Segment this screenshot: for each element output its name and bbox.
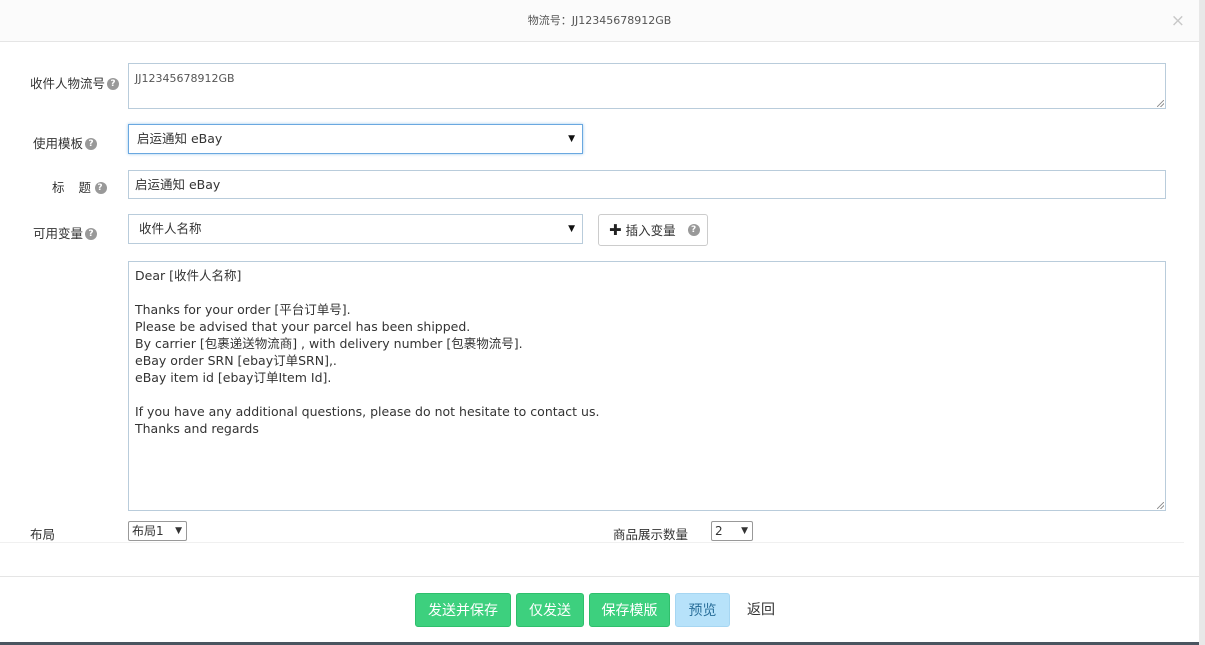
- preview-button[interactable]: 预览: [675, 593, 730, 627]
- tracking-label: 收件人物流号?: [30, 73, 120, 92]
- send-and-save-button[interactable]: 发送并保存: [415, 593, 511, 627]
- send-only-button[interactable]: 仅发送: [516, 593, 584, 627]
- divider: [0, 542, 1184, 543]
- close-icon[interactable]: ×: [1171, 0, 1185, 42]
- subject-input[interactable]: 启运通知 eBay: [128, 170, 1166, 199]
- footer-divider: [0, 576, 1199, 577]
- template-select[interactable]: 启运通知 eBay ▼: [128, 124, 583, 154]
- resize-handle[interactable]: [1157, 100, 1164, 107]
- layout-select[interactable]: 布局1 ▼: [128, 521, 187, 541]
- dialog-header: 物流号：JJ12345678912GB ×: [0, 0, 1199, 42]
- product-count-label: 商品展示数量: [613, 527, 689, 542]
- email-body-text: Dear [收件人名称] Thanks for your order [平台订单…: [135, 268, 600, 436]
- variables-label: 可用变量?: [33, 223, 98, 242]
- subject-label: 标 题?: [52, 177, 107, 196]
- plus-icon: ✚: [609, 221, 622, 239]
- dropdown-caret-icon: ▼: [741, 526, 748, 536]
- product-count-select[interactable]: 2 ▼: [711, 521, 753, 541]
- resize-handle[interactable]: [1157, 502, 1164, 509]
- insert-variable-button[interactable]: ✚ 插入变量 ?: [598, 214, 708, 246]
- layout-label: 布局: [30, 527, 56, 542]
- help-icon[interactable]: ?: [94, 182, 107, 194]
- dropdown-caret-icon: ▼: [568, 224, 575, 234]
- template-label: 使用模板?: [33, 133, 98, 152]
- tracking-number-textarea[interactable]: JJ12345678912GB: [128, 63, 1166, 109]
- dropdown-caret-icon: ▼: [175, 526, 182, 536]
- help-icon[interactable]: ?: [687, 224, 700, 236]
- variables-select[interactable]: 收件人名称 ▼: [128, 214, 583, 244]
- dropdown-caret-icon: ▼: [568, 134, 575, 144]
- background-strip: [1199, 0, 1205, 645]
- email-dialog: 物流号：JJ12345678912GB × 收件人物流号? JJ12345678…: [0, 0, 1199, 642]
- help-icon[interactable]: ?: [85, 228, 98, 240]
- help-icon[interactable]: ?: [107, 78, 120, 90]
- email-body-textarea[interactable]: Dear [收件人名称] Thanks for your order [平台订单…: [128, 261, 1166, 511]
- save-template-button[interactable]: 保存模版: [589, 593, 670, 627]
- back-button[interactable]: 返回: [737, 593, 785, 627]
- dialog-title: 物流号：JJ12345678912GB: [527, 14, 672, 27]
- help-icon[interactable]: ?: [85, 138, 98, 150]
